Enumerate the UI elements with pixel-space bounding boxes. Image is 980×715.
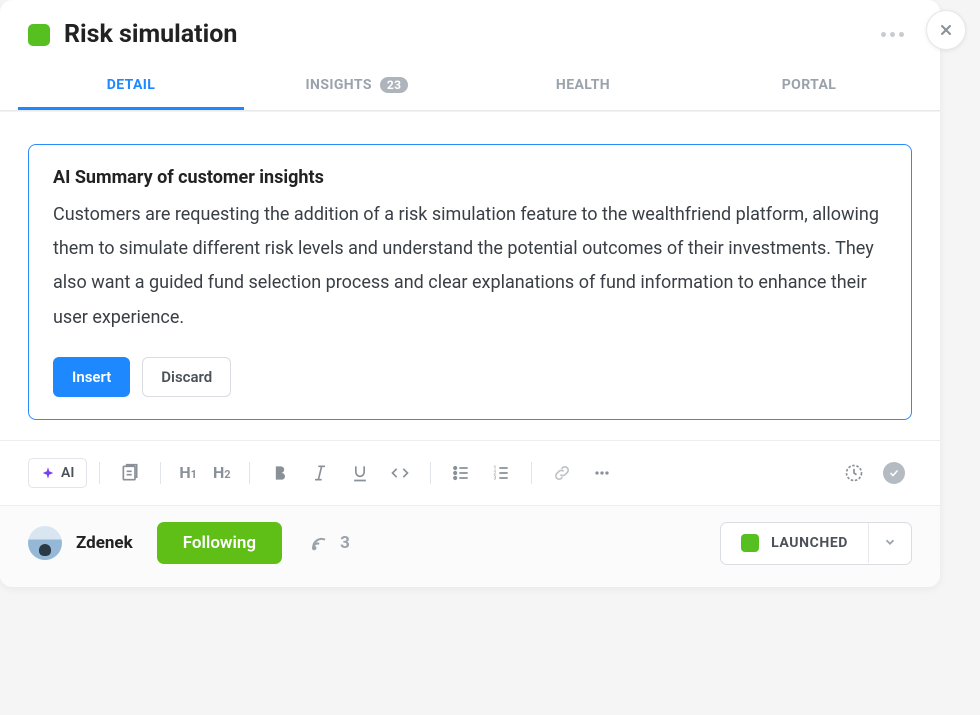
status-color-indicator [741,534,759,552]
check-circle-icon [883,462,905,484]
header: Risk simulation [0,0,940,63]
page-title: Risk simulation [64,20,859,49]
history-icon [844,463,864,483]
underline-button[interactable] [342,457,378,489]
status-button[interactable]: LAUNCHED [721,523,869,563]
close-button[interactable] [926,10,966,50]
template-button[interactable] [112,457,148,489]
tab-label: PORTAL [782,77,837,93]
code-button[interactable] [382,457,418,489]
close-icon [938,22,954,38]
ai-toolbar-button[interactable]: AI [28,458,87,488]
ai-toolbar-label: AI [61,465,74,481]
italic-icon [310,463,330,483]
bullet-list-button[interactable] [443,457,479,489]
insert-button[interactable]: Insert [53,357,130,397]
followers-count: 3 [340,533,350,553]
dot-icon [890,32,895,37]
bold-icon [270,463,290,483]
numbered-list-icon: 123 [491,463,511,483]
link-icon [552,463,572,483]
tab-health[interactable]: HEALTH [470,63,696,110]
bold-button[interactable] [262,457,298,489]
more-icon [592,463,612,483]
tabs: DETAIL INSIGHTS 23 HEALTH PORTAL [0,63,940,111]
tab-label: DETAIL [107,77,156,93]
dot-icon [881,32,886,37]
toolbar-divider [99,462,100,484]
editor-toolbar-wrap: AI H1 H2 [0,440,940,505]
toolbar-divider [249,462,250,484]
toolbar-divider [531,462,532,484]
content-area: AI Summary of customer insights Customer… [0,111,940,440]
tab-label: HEALTH [556,77,610,93]
status-dropdown: LAUNCHED [720,522,912,565]
tab-label: INSIGHTS [306,77,372,93]
heading2-button[interactable]: H2 [207,459,237,486]
dot-icon [899,32,904,37]
toolbar-divider [160,462,161,484]
svg-text:3: 3 [493,475,496,481]
code-icon [390,463,410,483]
status-caret-button[interactable] [869,523,911,564]
template-icon [120,463,140,483]
status-label: LAUNCHED [771,535,848,551]
heading1-button[interactable]: H1 [173,459,203,486]
discard-button[interactable]: Discard [142,357,231,397]
followers-icon [310,533,330,553]
sparkle-icon [41,466,55,480]
tab-insights[interactable]: INSIGHTS 23 [244,63,470,110]
numbered-list-button[interactable]: 123 [483,457,519,489]
approve-button[interactable] [876,457,912,489]
footer: Zdenek Following 3 LAUNCHED [0,505,940,587]
more-formatting-button[interactable] [584,457,620,489]
bullet-list-icon [451,463,471,483]
more-actions-button[interactable] [873,24,912,45]
chevron-down-icon [883,535,897,549]
owner-name: Zdenek [76,533,133,553]
italic-button[interactable] [302,457,338,489]
ai-summary-actions: Insert Discard [53,357,887,397]
tab-portal[interactable]: PORTAL [696,63,922,110]
link-button[interactable] [544,457,580,489]
tab-detail[interactable]: DETAIL [18,63,244,110]
ai-summary-box: AI Summary of customer insights Customer… [28,144,912,420]
ai-summary-body: Customers are requesting the addition of… [53,198,887,335]
feature-color-indicator [28,24,50,46]
history-button[interactable] [836,457,872,489]
owner-avatar[interactable] [28,526,62,560]
feature-card: Risk simulation DETAIL INSIGHTS 23 HEALT… [0,0,940,587]
follow-button[interactable]: Following [157,522,282,564]
ai-summary-title: AI Summary of customer insights [53,167,887,188]
insights-count-badge: 23 [380,77,409,93]
underline-icon [350,463,370,483]
editor-toolbar: AI H1 H2 [28,457,912,489]
toolbar-divider [430,462,431,484]
followers-button[interactable]: 3 [310,533,350,553]
